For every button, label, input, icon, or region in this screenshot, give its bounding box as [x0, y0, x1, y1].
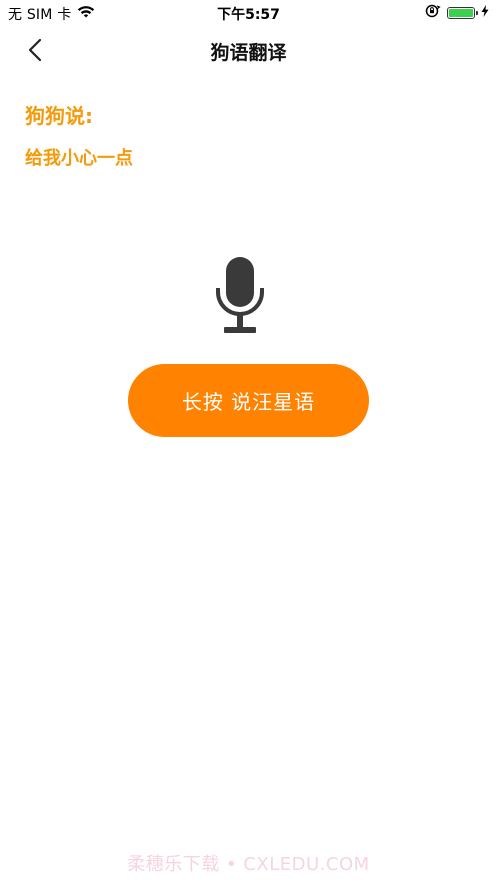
charging-bolt-icon [481, 5, 489, 21]
nav-bar: 狗语翻译 [0, 26, 497, 74]
battery-cap [476, 11, 478, 15]
hold-to-speak-button[interactable]: 长按 说汪星语 [128, 364, 369, 437]
screen: 无 SIM 卡 下午5:57 狗语翻译 狗狗说: 给我小心一点 长按 说汪星语 … [0, 0, 497, 883]
dog-says-label: 狗狗说: [25, 104, 93, 128]
battery-fill [449, 9, 473, 17]
translation-text: 给我小心一点 [25, 148, 133, 169]
orientation-lock-icon [425, 4, 441, 22]
status-bar: 无 SIM 卡 下午5:57 [0, 0, 497, 26]
battery-icon [447, 7, 478, 19]
page-title: 狗语翻译 [210, 42, 287, 64]
microphone-icon [216, 256, 264, 336]
status-time: 下午5:57 [217, 7, 280, 23]
watermark: 柔穗乐下载 • CXLEDU.COM [127, 854, 370, 875]
status-right [425, 4, 489, 22]
hold-to-speak-label: 长按 说汪星语 [181, 390, 316, 414]
